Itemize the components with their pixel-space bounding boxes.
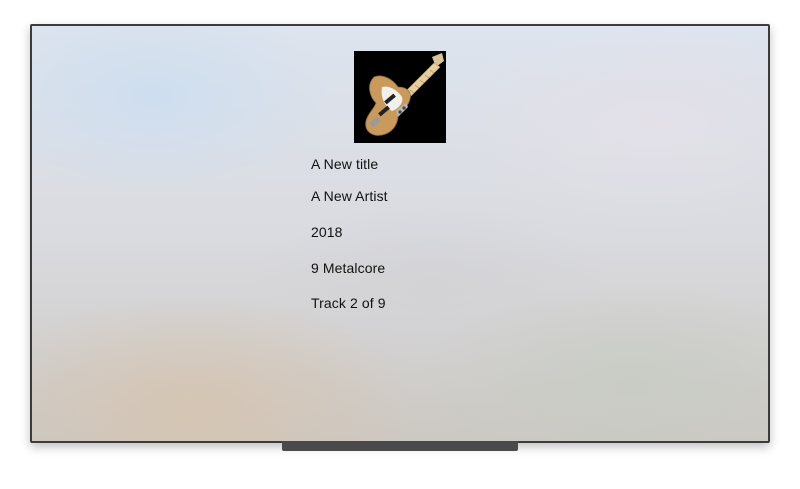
track-number: Track 2 of 9: [311, 295, 386, 311]
track-artist: A New Artist: [311, 188, 388, 204]
track-genre: 9 Metalcore: [311, 260, 386, 276]
album-artwork: [354, 51, 446, 143]
track-year: 2018: [311, 224, 343, 240]
tv-screen: A New title A New Artist 2018 9 Metalcor…: [30, 24, 770, 443]
tv-stand: [282, 441, 518, 451]
bass-guitar-icon: [354, 51, 446, 143]
track-title: A New title: [311, 156, 379, 172]
tv-simulator: A New title A New Artist 2018 9 Metalcor…: [0, 0, 800, 489]
